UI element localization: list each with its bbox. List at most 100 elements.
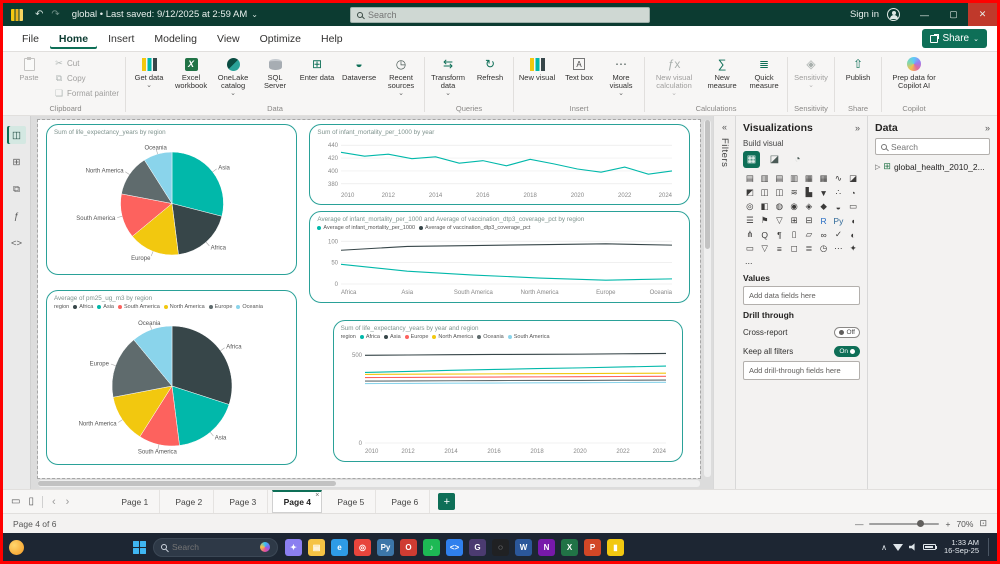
ribbon-chart-visual-icon[interactable]: ≋ (787, 186, 801, 199)
onenote-icon[interactable]: N (538, 538, 555, 556)
matrix-visual-icon[interactable]: ⊟ (802, 214, 816, 227)
canvas-horizontal-scrollbar[interactable] (38, 480, 700, 487)
menu-optimize[interactable]: Optimize (251, 29, 310, 49)
collapse-data-icon[interactable]: » (985, 123, 990, 133)
clustered-bar-chart-visual-icon[interactable]: ▤ (773, 172, 787, 185)
zoom-in-button[interactable]: + (945, 519, 950, 529)
titlebar-search[interactable] (350, 6, 650, 23)
menu-insert[interactable]: Insert (99, 29, 143, 49)
map-visual-icon[interactable]: ◍ (773, 200, 787, 213)
format-painter-button[interactable]: ❏ Format painter (51, 86, 122, 100)
shape-map-visual-icon[interactable]: ◈ (802, 200, 816, 213)
arcgis-map-visual-icon[interactable]: ◐ (846, 228, 860, 241)
azure-map-visual-icon[interactable]: ◆ (817, 200, 831, 213)
pie-chart-life-expectancy-by-region[interactable]: Sum of life_expectancy_years by region A… (45, 124, 298, 275)
donut-chart-visual-icon[interactable]: ◎ (743, 200, 757, 213)
button-slicer-visual-icon[interactable]: ◻ (787, 242, 801, 255)
microsoft-edge-icon[interactable]: e (331, 538, 348, 556)
maximize-button[interactable]: ▢ (939, 3, 968, 26)
wifi-icon[interactable] (892, 543, 903, 551)
expand-table-icon[interactable]: ▷ (875, 163, 880, 171)
refresh-button[interactable]: ↻ Refresh (470, 54, 510, 100)
undo-icon[interactable]: ↶ (35, 9, 43, 20)
text-slicer-visual-icon[interactable]: ≡ (773, 242, 787, 255)
new-measure-button[interactable]: ∑ New measure (702, 54, 742, 100)
100-stacked-bar-chart-visual-icon[interactable]: ▦ (802, 172, 816, 185)
menu-modeling[interactable]: Modeling (145, 29, 206, 49)
text-box-button[interactable]: A Text box (559, 54, 599, 100)
power-bi-icon[interactable]: ▮ (607, 538, 624, 556)
line-chart-visual-icon[interactable]: ∿ (832, 172, 846, 185)
line-chart-infant-mortality-by-year[interactable]: Sum of infant_mortality_per_1000 by year… (309, 124, 691, 205)
filters-pane-collapsed[interactable]: « Filters (713, 116, 735, 489)
zoom-out-button[interactable]: — (855, 519, 864, 529)
add-page-button[interactable]: + (438, 493, 456, 510)
sensitivity-button[interactable]: ◈ Sensitivity ⌄ (791, 54, 831, 100)
line-and-stacked-column-chart-visual-icon[interactable]: ◫ (758, 186, 772, 199)
build-visual-tab[interactable]: ▦ (743, 151, 760, 168)
report-page[interactable]: Sum of life_expectancy_years by region A… (37, 119, 701, 479)
expand-filters-icon[interactable]: « (722, 122, 727, 132)
paste-button[interactable]: Paste (9, 54, 49, 100)
custom-visual-visual-icon[interactable]: ✦ (846, 242, 860, 255)
mobile-view-icon[interactable]: ▯ (26, 496, 36, 507)
copilot-icon[interactable]: ✦ (285, 538, 302, 556)
zoom-slider[interactable] (869, 520, 940, 527)
taskbar-search[interactable] (153, 537, 278, 557)
drill-through-field-well[interactable]: Add drill-through fields here (743, 361, 860, 380)
opera-icon[interactable]: O (400, 538, 417, 556)
waterfall-chart-visual-icon[interactable]: ▙ (802, 186, 816, 199)
next-page-arrow[interactable]: › (63, 496, 73, 508)
canvas-vertical-scrollbar[interactable] (704, 120, 711, 477)
decomposition-tree-visual-icon[interactable]: ⋔ (743, 228, 757, 241)
kpi-visual-icon[interactable]: ⚑ (758, 214, 772, 227)
scatter-chart-visual-icon[interactable]: ∴ (832, 186, 846, 199)
paginated-report-visual-icon[interactable]: ▯ (787, 228, 801, 241)
word-icon[interactable]: W (515, 538, 532, 556)
start-button[interactable] (133, 540, 146, 554)
file-explorer-icon[interactable]: ▤ (308, 538, 325, 556)
metrics-visual-icon[interactable]: ✓ (832, 228, 846, 241)
collapse-visualizations-icon[interactable]: » (855, 123, 860, 133)
page-tab-5[interactable]: Page 5 (326, 490, 377, 513)
clustered-column-chart-visual-icon[interactable]: ▥ (787, 172, 801, 185)
menu-view[interactable]: View (208, 29, 249, 49)
page-tab-1[interactable]: Page 1 (110, 490, 161, 513)
menu-file[interactable]: File (13, 29, 48, 49)
100-stacked-column-chart-visual-icon[interactable]: ▦ (817, 172, 831, 185)
values-field-well[interactable]: Add data fields here (743, 286, 860, 305)
report-canvas[interactable]: Sum of life_expectancy_years by region A… (31, 116, 713, 489)
line-and-clustered-column-chart-visual-icon[interactable]: ◫ (773, 186, 787, 199)
transform-data-button[interactable]: ⇆ Transform data ⌄ (428, 54, 468, 100)
share-button[interactable]: Share ⌄ (922, 29, 987, 48)
table-view-button[interactable]: ⊞ (7, 153, 26, 171)
keep-all-filters-toggle[interactable]: On (834, 346, 860, 357)
q-and-a-visual-icon[interactable]: Q (758, 228, 772, 241)
fit-to-page-icon[interactable]: ⊡ (979, 518, 987, 529)
gauge-visual-icon[interactable]: ◒ (832, 200, 846, 213)
new-card-visual-icon[interactable]: ▭ (743, 242, 757, 255)
report-view-button[interactable]: ◫ (7, 126, 26, 144)
powerpoint-icon[interactable]: P (584, 538, 601, 556)
onelake-catalog-button[interactable]: OneLake catalog ⌄ (213, 54, 253, 100)
more-visuals-button[interactable]: ⋯ More visuals ⌄ (601, 54, 641, 100)
date-slicer-visual-icon[interactable]: ◷ (817, 242, 831, 255)
list-slicer-visual-icon[interactable]: ≣ (802, 242, 816, 255)
new-slicer-visual-icon[interactable]: ▽ (758, 242, 772, 255)
python-icon[interactable]: Py (377, 538, 394, 556)
chatgpt-icon[interactable]: ◌ (492, 538, 509, 556)
tmdl-view-button[interactable]: <> (7, 234, 26, 252)
r-script-visual-visual-icon[interactable]: R (817, 214, 831, 227)
page-tab-4-active[interactable]: Page 4 × (272, 490, 323, 513)
smart-narrative-visual-icon[interactable]: ¶ (773, 228, 787, 241)
desktop-view-icon[interactable]: ▭ (9, 496, 22, 507)
model-view-button[interactable]: ⧉ (7, 180, 26, 198)
prep-data-for-copilot-button[interactable]: Prep data for Copilot AI (885, 54, 943, 100)
github-desktop-icon[interactable]: G (469, 538, 486, 556)
pie-chart-pm25-by-region[interactable]: Average of pm25_ug_m3 by region region Af… (45, 290, 298, 466)
close-button[interactable]: ✕ (968, 3, 997, 26)
card-visual-icon[interactable]: ▭ (846, 200, 860, 213)
clock[interactable]: 1:33 AM 16-Sep-25 (944, 538, 979, 556)
new-visual-button[interactable]: New visual (517, 54, 557, 100)
zoom-slider-thumb[interactable] (917, 520, 925, 527)
